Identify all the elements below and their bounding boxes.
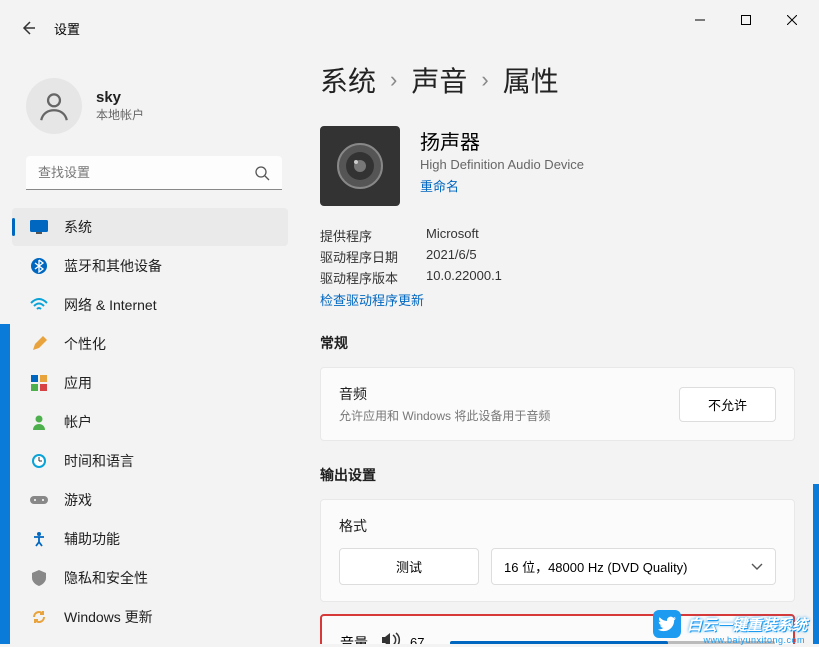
check-driver-link[interactable]: 检查驱动程序更新 (320, 290, 795, 309)
accessibility-icon (30, 530, 48, 548)
volume-label: 音量 (340, 633, 368, 645)
speaker-icon (320, 126, 400, 206)
chevron-right-icon: › (481, 67, 488, 93)
nav-list: 系统 蓝牙和其他设备 网络 & Internet 个性化 应用 帐户 时间和语言 (8, 208, 300, 636)
sidebar-item-label: 游戏 (64, 490, 92, 510)
network-icon (30, 296, 48, 314)
disallow-button[interactable]: 不允许 (679, 387, 776, 422)
watermark: 白云一键重装系统 (653, 610, 807, 638)
sidebar-item-bluetooth[interactable]: 蓝牙和其他设备 (12, 247, 288, 285)
bird-icon (653, 610, 681, 638)
sidebar-item-label: 蓝牙和其他设备 (64, 256, 162, 276)
sidebar: sky 本地帐户 系统 蓝牙和其他设备 网络 & Internet 个性化 应用 (0, 60, 300, 647)
gaming-icon (30, 491, 48, 509)
format-label: 格式 (339, 516, 776, 536)
info-value: 10.0.22000.1 (426, 268, 502, 287)
sidebar-item-personalization[interactable]: 个性化 (12, 325, 288, 363)
bluetooth-icon (30, 257, 48, 275)
breadcrumb-item[interactable]: 系统 (320, 60, 376, 100)
format-select[interactable]: 16 位，48000 Hz (DVD Quality) (491, 548, 776, 585)
system-icon (30, 218, 48, 236)
app-title: 设置 (54, 19, 80, 38)
sidebar-item-privacy[interactable]: 隐私和安全性 (12, 559, 288, 597)
card-title: 音频 (339, 384, 550, 404)
sidebar-item-label: Windows 更新 (64, 607, 153, 627)
sidebar-item-label: 应用 (64, 373, 92, 393)
device-subtitle: High Definition Audio Device (420, 157, 584, 172)
section-general: 常规 (320, 333, 795, 353)
titlebar (0, 0, 819, 40)
personalization-icon (30, 335, 48, 353)
info-label: 驱动程序版本 (320, 268, 400, 287)
time-icon (30, 452, 48, 470)
volume-icon[interactable] (382, 632, 402, 644)
info-value: Microsoft (426, 226, 479, 245)
chevron-right-icon: › (390, 67, 397, 93)
info-value: 2021/6/5 (426, 247, 477, 266)
sidebar-item-accessibility[interactable]: 辅助功能 (12, 520, 288, 558)
search-input[interactable] (26, 156, 282, 190)
update-icon (30, 608, 48, 626)
sidebar-item-apps[interactable]: 应用 (12, 364, 288, 402)
watermark-text: 白云一键重装系统 (687, 614, 807, 635)
user-subtitle: 本地帐户 (96, 106, 144, 123)
breadcrumb-item[interactable]: 声音 (411, 60, 467, 100)
avatar (26, 78, 82, 134)
apps-icon (30, 374, 48, 392)
sidebar-item-accounts[interactable]: 帐户 (12, 403, 288, 441)
test-button[interactable]: 测试 (339, 548, 479, 585)
chevron-down-icon (751, 559, 763, 574)
content-area: 系统 › 声音 › 属性 扬声器 High Definition Audio D… (320, 60, 795, 644)
format-value: 16 位，48000 Hz (DVD Quality) (504, 557, 688, 576)
device-title: 扬声器 (420, 126, 584, 155)
device-header: 扬声器 High Definition Audio Device 重命名 (320, 126, 795, 206)
close-button[interactable] (769, 4, 815, 36)
format-card: 格式 测试 16 位，48000 Hz (DVD Quality) (320, 499, 795, 602)
info-label: 提供程序 (320, 226, 400, 245)
sidebar-item-update[interactable]: Windows 更新 (12, 598, 288, 636)
sidebar-item-system[interactable]: 系统 (12, 208, 288, 246)
user-name: sky (96, 89, 144, 106)
sidebar-item-network[interactable]: 网络 & Internet (12, 286, 288, 324)
privacy-icon (30, 569, 48, 587)
audio-card: 音频 允许应用和 Windows 将此设备用于音频 不允许 (320, 367, 795, 441)
section-output: 输出设置 (320, 465, 795, 485)
sidebar-item-time[interactable]: 时间和语言 (12, 442, 288, 480)
back-button[interactable] (18, 18, 38, 38)
sidebar-item-label: 隐私和安全性 (64, 568, 148, 588)
breadcrumb: 系统 › 声音 › 属性 (320, 60, 795, 100)
sidebar-item-label: 个性化 (64, 334, 106, 354)
minimize-button[interactable] (677, 4, 723, 36)
user-profile[interactable]: sky 本地帐户 (8, 70, 300, 152)
driver-info: 提供程序 Microsoft 驱动程序日期 2021/6/5 驱动程序版本 10.0.… (320, 226, 795, 309)
sidebar-item-label: 系统 (64, 217, 92, 237)
sidebar-item-gaming[interactable]: 游戏 (12, 481, 288, 519)
sidebar-item-label: 网络 & Internet (64, 295, 157, 315)
sidebar-item-label: 时间和语言 (64, 451, 134, 471)
sidebar-item-label: 辅助功能 (64, 529, 120, 549)
card-subtitle: 允许应用和 Windows 将此设备用于音频 (339, 407, 550, 424)
maximize-button[interactable] (723, 4, 769, 36)
volume-value: 67 (410, 635, 424, 644)
rename-link[interactable]: 重命名 (420, 176, 584, 195)
search-icon (254, 165, 270, 186)
accounts-icon (30, 413, 48, 431)
breadcrumb-current: 属性 (503, 60, 559, 100)
sidebar-item-label: 帐户 (64, 412, 92, 432)
info-label: 驱动程序日期 (320, 247, 400, 266)
